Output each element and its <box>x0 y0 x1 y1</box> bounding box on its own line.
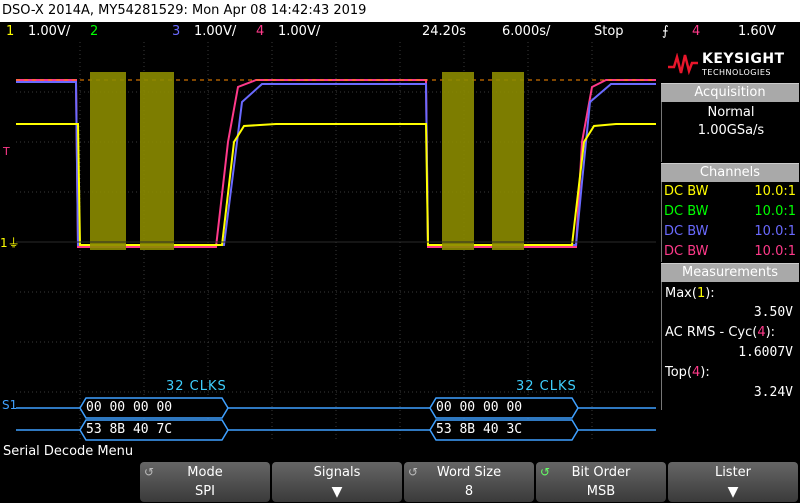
channels-panel: DC BW 10.0:1 DC BW 10.0:1 DC BW 10.0:1 D… <box>661 182 800 262</box>
ch4-scale: 1.00V/ <box>278 24 321 39</box>
softkey-mode-label: Mode <box>187 465 223 480</box>
ch1-coupling: DC BW <box>664 184 709 199</box>
softkey-word-size-label: Word Size <box>436 465 502 480</box>
trigger-marker: T <box>3 145 10 158</box>
softkey-mode[interactable]: ↺ Mode SPI <box>140 462 270 502</box>
clks-label-1: 32 CLKS <box>166 379 227 394</box>
acquisition-mode: Normal <box>707 105 755 120</box>
logo-brand: KEYSIGHT <box>702 51 785 67</box>
ch4-coupling: DC BW <box>664 244 709 259</box>
softkey-bit-order-label: Bit Order <box>571 465 631 480</box>
ch2-coupling: DC BW <box>664 204 709 219</box>
softkey-word-size-value: 8 <box>464 484 474 499</box>
measurement-1-value: 3.50V <box>753 305 793 320</box>
ch3-scale: 1.00V/ <box>194 24 237 39</box>
serial-bus-marker: S1 <box>2 398 18 412</box>
ch1-probe: 10.0:1 <box>754 184 796 199</box>
acquisition-panel: Normal 1.00GSa/s <box>661 102 800 162</box>
ch1-scale: 1.00V/ <box>28 24 71 39</box>
ch3-coupling: DC BW <box>664 224 709 239</box>
ch1-number[interactable]: 1 <box>6 22 14 42</box>
softkey-bit-order-value: MSB <box>586 484 616 499</box>
measurement-2-label: AC RMS - Cyc(4): <box>665 325 776 340</box>
measurements-header[interactable]: Measurements <box>661 263 799 282</box>
ch2-probe: 10.0:1 <box>754 204 796 219</box>
acquisition-header[interactable]: Acquisition <box>661 83 799 102</box>
measurement-2-value: 1.6007V <box>738 345 793 360</box>
trigger-delay: 24.20s <box>422 24 466 39</box>
channel-status-bar: 1 1.00V/ 2 3 1.00V/ 4 1.00V/ 24.20s 6.00… <box>0 22 800 42</box>
softkey-word-size[interactable]: ↺ Word Size 8 <box>404 462 534 502</box>
measurement-3-value: 3.24V <box>753 385 793 400</box>
submenu-arrow-icon: ▼ <box>331 484 343 500</box>
softkey-signals[interactable]: Signals ▼ <box>272 462 402 502</box>
logo-sub: TECHNOLOGIES <box>702 68 771 77</box>
ch2-number[interactable]: 2 <box>90 22 98 42</box>
ch3-number[interactable]: 3 <box>172 22 180 42</box>
decode-frame-2-miso-text: 53 8B 40 3C <box>436 422 523 437</box>
decode-frame-2-mosi-text: 00 00 00 00 <box>436 400 523 415</box>
title-bar: DSO-X 2014A, MY54281529: Mon Apr 08 14:4… <box>0 0 800 22</box>
decode-frame-1-mosi-text: 00 00 00 00 <box>86 400 173 415</box>
acquisition-rate: 1.00GSa/s <box>697 123 765 138</box>
ch3-probe: 10.0:1 <box>754 224 796 239</box>
measurement-1-label: Max(1): <box>665 286 715 301</box>
trigger-channel: 4 <box>692 24 701 39</box>
trigger-level: 1.60V <box>738 24 776 39</box>
menu-title: Serial Decode Menu <box>0 443 800 461</box>
keysight-wave-icon <box>668 53 698 75</box>
softkey-lister-label: Lister <box>714 465 752 480</box>
run-state[interactable]: Stop <box>594 22 624 42</box>
keysight-logo: KEYSIGHT TECHNOLOGIES <box>662 45 798 81</box>
window-title: DSO-X 2014A, MY54281529: Mon Apr 08 14:4… <box>2 3 367 18</box>
softkey-signals-label: Signals <box>313 465 361 480</box>
clks-label-2: 32 CLKS <box>516 379 577 394</box>
softkey-mode-value: SPI <box>195 484 215 499</box>
softkey-lister[interactable]: Lister ▼ <box>668 462 798 502</box>
ch4-probe: 10.0:1 <box>754 244 796 259</box>
ch4-number[interactable]: 4 <box>256 22 264 42</box>
timebase: 6.000s/ <box>502 24 551 39</box>
decode-frame-1-miso-text: 53 8B 40 7C <box>86 422 173 437</box>
ch1-ground-marker: 1⏚ <box>0 236 20 250</box>
measurement-3-label: Top(4): <box>665 365 710 380</box>
channels-header[interactable]: Channels <box>661 163 799 182</box>
submenu-arrow-icon: ▼ <box>727 484 739 500</box>
softkey-bit-order[interactable]: ↺ Bit Order MSB <box>536 462 666 502</box>
trigger-edge-icon: ⨍ <box>662 24 669 39</box>
